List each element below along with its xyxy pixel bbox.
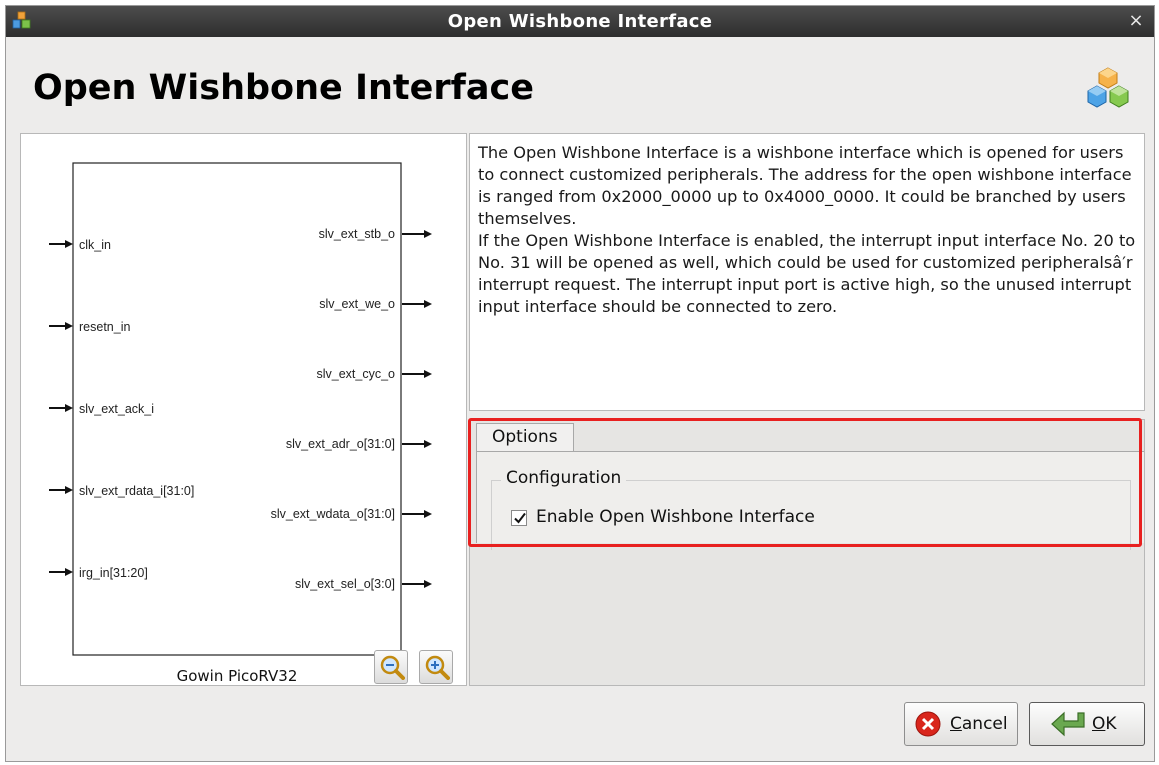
input-port-label: irg_in[31:20] [79,566,148,580]
tab-options[interactable]: Options [476,423,574,452]
cubes-logo-icon [1084,66,1132,112]
input-port-arrow [65,240,73,248]
close-icon[interactable]: × [1126,10,1146,32]
options-panel: Options Configuration Enable Open Wishbo… [469,419,1145,686]
description-panel: The Open Wishbone Interface is a wishbon… [469,133,1145,411]
zoom-out-icon [380,655,405,680]
input-port-arrow [65,568,73,576]
ok-button[interactable]: OK [1029,702,1145,746]
block-name-label: Gowin PicoRV32 [177,667,298,685]
zoom-in-icon [425,655,450,680]
output-port-label: slv_ext_we_o [319,297,395,311]
description-text: The Open Wishbone Interface is a wishbon… [478,142,1136,318]
input-port-arrow [65,404,73,412]
checkmark-icon [514,512,526,524]
description-paragraph-2: If the Open Wishbone Interface is enable… [478,231,1136,316]
description-paragraph-1: The Open Wishbone Interface is a wishbon… [478,143,1132,228]
cancel-label: Cancel [950,714,1008,734]
output-port-label: slv_ext_cyc_o [316,367,395,381]
output-port-label: slv_ext_sel_o[3:0] [295,577,395,591]
zoom-in-button[interactable] [419,650,453,684]
output-port-arrow [424,300,432,308]
dialog-window: Open Wishbone Interface × Open Wishbone … [5,5,1155,762]
output-port-arrow [424,440,432,448]
output-port-arrow [424,510,432,518]
output-port-arrow [424,580,432,588]
enable-open-wishbone-checkbox[interactable] [511,510,527,526]
cancel-button[interactable]: Cancel [904,702,1018,746]
input-port-label: clk_in [79,238,111,252]
output-port-arrow [424,370,432,378]
block-diagram: clk_in resetn_in slv_ext_ack_i slv_ext_rdat… [49,162,432,685]
ok-arrow-icon [1050,711,1088,744]
output-port-label: slv_ext_adr_o[31:0] [286,437,395,451]
ok-label: OK [1092,714,1117,734]
page-title: Open Wishbone Interface [33,68,534,108]
configuration-group-title: Configuration [501,468,627,488]
input-port-label: slv_ext_rdata_i[31:0] [79,484,194,498]
enable-open-wishbone-label[interactable]: Enable Open Wishbone Interface [536,507,815,527]
output-port-label: slv_ext_stb_o [319,227,395,241]
output-port-arrow [424,230,432,238]
cancel-icon [915,711,941,742]
zoom-out-button[interactable] [374,650,408,684]
output-port-label: slv_ext_wdata_o[31:0] [271,507,395,521]
title-bar[interactable]: Open Wishbone Interface × [6,6,1154,37]
block-diagram-panel: clk_in resetn_in slv_ext_ack_i slv_ext_rdat… [20,133,467,686]
input-port-label: slv_ext_ack_i [79,402,154,416]
window-title: Open Wishbone Interface [447,11,713,32]
input-port-arrow [65,322,73,330]
input-port-arrow [65,486,73,494]
input-port-label: resetn_in [79,320,130,334]
options-tab-body: Configuration Enable Open Wishbone Inter… [476,451,1144,550]
